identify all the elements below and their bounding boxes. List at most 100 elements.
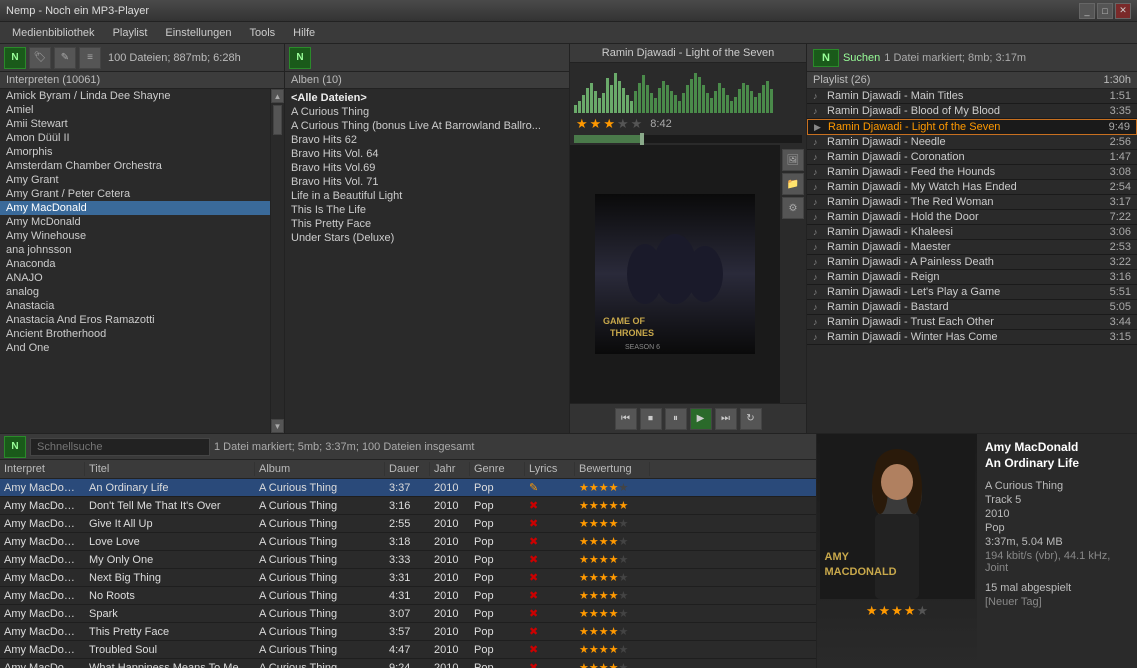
track-star[interactable]: ★ (589, 590, 599, 602)
artist-item[interactable]: Amy McDonald (0, 215, 270, 229)
track-star[interactable]: ★ (619, 500, 629, 512)
track-star[interactable]: ★ (599, 626, 609, 638)
scroll-up-btn[interactable]: ▲ (271, 89, 284, 103)
track-star[interactable]: ★ (609, 644, 619, 656)
lyrics-icon-off[interactable]: ✖ (529, 626, 538, 638)
track-star[interactable]: ★ (599, 518, 609, 530)
lyrics-icon[interactable]: ✎ (529, 482, 538, 494)
play-button[interactable]: ▶ (690, 408, 712, 430)
track-star[interactable]: ★ (579, 644, 589, 656)
repeat-button[interactable]: ↻ (740, 408, 762, 430)
playlist-item[interactable]: ♪Ramin Djawadi - Maester2:53 (807, 240, 1137, 255)
track-star[interactable]: ★ (609, 608, 619, 620)
artist-item[interactable]: analog (0, 285, 270, 299)
track-star[interactable]: ★ (619, 536, 629, 548)
lyrics-icon-off[interactable]: ✖ (529, 554, 538, 566)
lyrics-icon-off[interactable]: ✖ (529, 644, 538, 656)
track-star[interactable]: ★ (609, 626, 619, 638)
info-star-1[interactable]: ★ (866, 603, 878, 619)
album-item[interactable]: Bravo Hits 62 (285, 133, 569, 147)
lyrics-icon-off[interactable]: ✖ (529, 662, 538, 668)
menu-medienbibliothek[interactable]: Medienbibliothek (4, 25, 103, 41)
track-row[interactable]: Amy MacDonald Don't Tell Me That It's Ov… (0, 497, 816, 515)
progress-bar[interactable] (574, 135, 802, 143)
n-button-albums[interactable]: N (289, 47, 311, 69)
album-item[interactable]: Bravo Hits Vol. 64 (285, 147, 569, 161)
track-star[interactable]: ★ (589, 536, 599, 548)
playlist-item[interactable]: ♪Ramin Djawadi - The Red Woman3:17 (807, 195, 1137, 210)
playlist-item[interactable]: ♪Ramin Djawadi - Coronation1:47 (807, 150, 1137, 165)
menu-einstellungen[interactable]: Einstellungen (157, 25, 239, 41)
album-item[interactable]: Bravo Hits Vol. 71 (285, 175, 569, 189)
artist-item[interactable]: Anastacia (0, 299, 270, 313)
track-star[interactable]: ★ (589, 518, 599, 530)
playlist-item[interactable]: ♪Ramin Djawadi - Main Titles1:51 (807, 89, 1137, 104)
info-star-5[interactable]: ★ (916, 603, 928, 619)
track-star[interactable]: ★ (619, 518, 629, 530)
artist-item[interactable]: Amii Stewart (0, 117, 270, 131)
track-star[interactable]: ★ (589, 554, 599, 566)
playlist-item[interactable]: ♪Ramin Djawadi - Winter Has Come3:15 (807, 330, 1137, 345)
playlist-item[interactable]: ♪Ramin Djawadi - Reign3:16 (807, 270, 1137, 285)
artist-item[interactable]: Amick Byram / Linda Dee Shayne (0, 89, 270, 103)
info-star-2[interactable]: ★ (879, 603, 891, 619)
album-item[interactable]: This Pretty Face (285, 217, 569, 231)
track-star[interactable]: ★ (589, 608, 599, 620)
artist-item[interactable]: Anaconda (0, 257, 270, 271)
track-star[interactable]: ★ (619, 626, 629, 638)
scroll-thumb[interactable] (273, 105, 282, 135)
playlist-item[interactable]: ♪Ramin Djawadi - Feed the Hounds3:08 (807, 165, 1137, 180)
track-star[interactable]: ★ (579, 482, 589, 494)
maximize-button[interactable]: □ (1097, 3, 1113, 19)
track-star[interactable]: ★ (579, 608, 589, 620)
playlist-item[interactable]: ♪Ramin Djawadi - Bastard5:05 (807, 300, 1137, 315)
art-btn-3[interactable]: ⚙ (782, 197, 804, 219)
playlist-item[interactable]: ♪Ramin Djawadi - Let's Play a Game5:51 (807, 285, 1137, 300)
track-star[interactable]: ★ (619, 590, 629, 602)
lyrics-icon-off[interactable]: ✖ (529, 518, 538, 530)
track-star[interactable]: ★ (609, 536, 619, 548)
track-star[interactable]: ★ (619, 608, 629, 620)
lyrics-icon-off[interactable]: ✖ (529, 572, 538, 584)
track-star[interactable]: ★ (609, 500, 619, 512)
star-2[interactable]: ★ (590, 116, 602, 132)
window-controls[interactable]: _ □ ✕ (1079, 3, 1131, 19)
track-row[interactable]: Amy MacDonald Spark A Curious Thing 3:07… (0, 605, 816, 623)
artist-item[interactable]: Amy Grant (0, 173, 270, 187)
track-star[interactable]: ★ (599, 536, 609, 548)
track-row[interactable]: Amy MacDonald Give It All Up A Curious T… (0, 515, 816, 533)
artist-item[interactable]: And One (0, 341, 270, 355)
track-row[interactable]: Amy MacDonald This Pretty Face A Curious… (0, 623, 816, 641)
track-star[interactable]: ★ (599, 554, 609, 566)
lyrics-icon-off[interactable]: ✖ (529, 536, 538, 548)
track-star[interactable]: ★ (599, 482, 609, 494)
track-star[interactable]: ★ (609, 662, 619, 668)
artist-item[interactable]: Amiel (0, 103, 270, 117)
track-star[interactable]: ★ (619, 644, 629, 656)
info-star-4[interactable]: ★ (904, 603, 916, 619)
track-star[interactable]: ★ (609, 482, 619, 494)
track-row[interactable]: Amy MacDonald What Happiness Means To Me… (0, 659, 816, 668)
track-star[interactable]: ★ (609, 518, 619, 530)
stop-button[interactable]: ⏹ (640, 408, 662, 430)
track-star[interactable]: ★ (589, 500, 599, 512)
tag-button[interactable]: 🏷 (29, 47, 51, 69)
track-star[interactable]: ★ (579, 536, 589, 548)
artist-item[interactable]: Ancient Brotherhood (0, 327, 270, 341)
track-star[interactable]: ★ (579, 518, 589, 530)
artist-item[interactable]: Amy MacDonald (0, 201, 270, 215)
track-n-btn[interactable]: N (4, 436, 26, 458)
menu-hilfe[interactable]: Hilfe (285, 25, 323, 41)
prev-button[interactable]: ⏮ (615, 408, 637, 430)
star-4[interactable]: ★ (617, 116, 629, 132)
close-button[interactable]: ✕ (1115, 3, 1131, 19)
track-star[interactable]: ★ (599, 662, 609, 668)
artist-item[interactable]: Anastacia And Eros Ramazotti (0, 313, 270, 327)
track-star[interactable]: ★ (599, 644, 609, 656)
track-star[interactable]: ★ (619, 572, 629, 584)
playlist-item[interactable]: ♪Ramin Djawadi - Khaleesi3:06 (807, 225, 1137, 240)
track-star[interactable]: ★ (599, 572, 609, 584)
track-row[interactable]: Amy MacDonald Love Love A Curious Thing … (0, 533, 816, 551)
star-3[interactable]: ★ (603, 116, 615, 132)
album-item[interactable]: <Alle Dateien> (285, 91, 569, 105)
